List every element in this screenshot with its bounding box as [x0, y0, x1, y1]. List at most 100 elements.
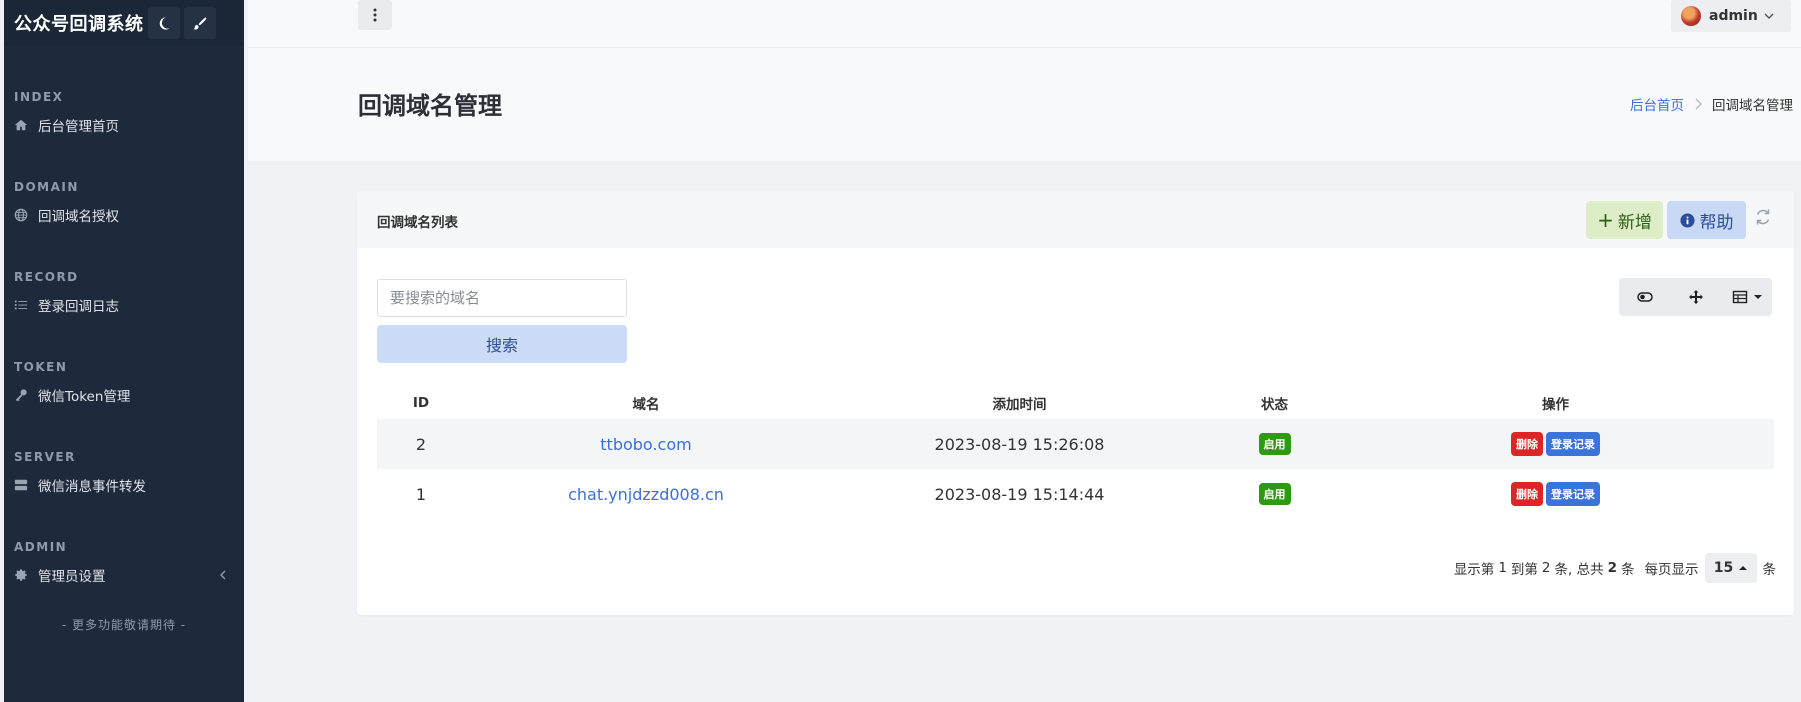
search-input[interactable]: [377, 279, 627, 317]
page-title: 回调域名管理: [358, 92, 502, 120]
domain-list-card: 回调域名列表 + 新增 帮助 搜索 ID 域名 添加时间: [357, 191, 1794, 615]
sidebar-item-label: 回调域名授权: [38, 209, 119, 225]
toggle-view-button[interactable]: [1619, 278, 1670, 316]
help-button[interactable]: 帮助: [1667, 201, 1746, 239]
sidebar: 公众号回调系统 INDEX 后台管理首页 DOMAIN 回调域名授权 RECOR…: [0, 0, 244, 702]
delete-button[interactable]: 删除: [1511, 482, 1543, 506]
per-page-label: 每页显示: [1644, 562, 1699, 578]
caret-up-icon: [1739, 566, 1748, 570]
per-page-select[interactable]: 15: [1704, 553, 1757, 583]
info-icon: [1679, 212, 1695, 228]
sidebar-brand: 公众号回调系统: [4, 0, 244, 46]
nav-heading-domain: DOMAIN: [14, 180, 79, 194]
sidebar-item-token[interactable]: 微信Token管理: [4, 380, 244, 410]
per-page-unit: 条: [1762, 562, 1777, 578]
pagination-to-label: 到第: [1510, 562, 1538, 578]
list-icon: [14, 298, 28, 312]
refresh-icon[interactable]: [1753, 207, 1773, 227]
add-button-label: 新增: [1617, 212, 1652, 233]
pagination-total-unit: 条: [1621, 562, 1635, 578]
sidebar-item-label: 后台管理首页: [38, 119, 119, 135]
table-toolbar: [1619, 278, 1772, 316]
page-header: 回调域名管理 后台首页 回调域名管理: [248, 48, 1801, 161]
brand-title: 公众号回调系统: [14, 14, 144, 35]
col-header-added[interactable]: 添加时间: [827, 386, 1212, 419]
key-icon: [14, 388, 28, 402]
topbar: admin: [248, 0, 1801, 48]
sidebar-item-server[interactable]: 微信消息事件转发: [4, 470, 244, 500]
col-header-actions: 操作: [1542, 396, 1569, 413]
delete-button[interactable]: 删除: [1511, 432, 1543, 456]
table-header-row: ID 域名 添加时间 状态 操作: [377, 386, 1774, 419]
cell-id: 2: [377, 419, 465, 469]
help-button-label: 帮助: [1699, 212, 1734, 233]
chevron-right-icon: [1695, 98, 1702, 110]
nav-heading-admin: ADMIN: [14, 540, 68, 554]
card-title: 回调域名列表: [377, 215, 458, 231]
cell-added-time: 2023-08-19 15:14:44: [934, 484, 1105, 504]
breadcrumb-current: 回调域名管理: [1712, 98, 1793, 114]
sidebar-item-domain[interactable]: 回调域名授权: [4, 200, 244, 230]
moon-icon: [159, 16, 170, 30]
caret-down-icon: [1753, 295, 1762, 299]
table-columns-icon: [1732, 290, 1747, 304]
status-badge[interactable]: 启用: [1258, 483, 1291, 505]
add-button[interactable]: + 新增: [1586, 201, 1663, 239]
sidebar-item-home[interactable]: 后台管理首页: [4, 110, 244, 140]
sidebar-item-label: 管理员设置: [38, 569, 106, 585]
table-row: 1 chat.ynjdzzd008.cn 2023-08-19 15:14:44…: [377, 469, 1774, 519]
more-menu-button[interactable]: [358, 0, 392, 30]
domain-table: ID 域名 添加时间 状态 操作 2 ttbobo.com 2023-08-19…: [377, 386, 1774, 519]
server-icon: [14, 478, 28, 492]
pagination-info: 显示第 1 到第 2 条, 总共 2 条 每页显示 15 条: [1454, 553, 1776, 583]
toggle-icon: [1636, 292, 1653, 302]
pagination-total: 2: [1607, 560, 1617, 576]
chevron-down-icon: [1764, 13, 1774, 19]
login-log-button[interactable]: 登录记录: [1546, 432, 1600, 456]
theme-brush-button[interactable]: [183, 7, 216, 39]
col-header-status[interactable]: 状态: [1212, 386, 1337, 419]
sidebar-item-label: 微信消息事件转发: [38, 479, 146, 495]
sidebar-more-note: - 更多功能敬请期待 -: [61, 618, 187, 632]
cell-added-time: 2023-08-19 15:26:08: [827, 419, 1212, 469]
card-header: 回调域名列表 + 新增 帮助: [357, 191, 1794, 248]
sidebar-item-admin[interactable]: 管理员设置: [4, 560, 244, 590]
sidebar-item-record[interactable]: 登录回调日志: [4, 290, 244, 320]
pagination-to: 2: [1541, 560, 1551, 576]
col-header-id[interactable]: ID: [377, 386, 465, 419]
pagination-prefix: 显示第: [1453, 562, 1495, 578]
user-menu[interactable]: admin: [1671, 0, 1791, 32]
user-name: admin: [1709, 8, 1758, 24]
nav-heading-server: SERVER: [14, 450, 76, 464]
columns-dropdown[interactable]: [1721, 278, 1772, 316]
nav-heading-record: RECORD: [14, 270, 79, 284]
drag-move-button[interactable]: [1670, 278, 1721, 316]
plus-icon: +: [1597, 208, 1614, 232]
per-page-value: 15: [1713, 560, 1734, 576]
breadcrumb: 后台首页 回调域名管理: [1630, 94, 1793, 114]
globe-icon: [14, 208, 28, 222]
status-badge[interactable]: 启用: [1258, 433, 1291, 455]
col-header-domain[interactable]: 域名: [465, 386, 827, 419]
search-button[interactable]: 搜索: [377, 325, 627, 363]
sidebar-item-label: 微信Token管理: [38, 389, 131, 405]
domain-link[interactable]: ttbobo.com: [600, 435, 691, 454]
brush-icon: [193, 16, 207, 30]
move-icon: [1688, 290, 1703, 304]
chevron-left-icon: [220, 570, 226, 580]
table-row: 2 ttbobo.com 2023-08-19 15:26:08 启用 删除 登录…: [377, 419, 1774, 469]
gear-icon: [14, 568, 28, 582]
sidebar-item-label: 登录回调日志: [38, 299, 119, 315]
sidebar-nav: INDEX 后台管理首页 DOMAIN 回调域名授权 RECORD 登录回调日志…: [4, 46, 244, 633]
breadcrumb-home-link[interactable]: 后台首页: [1630, 94, 1684, 114]
kebab-icon: [373, 8, 377, 22]
domain-link[interactable]: chat.ynjdzzd008.cn: [568, 485, 724, 504]
avatar: [1681, 6, 1701, 26]
dark-mode-toggle[interactable]: [147, 7, 180, 39]
login-log-button[interactable]: 登录记录: [1546, 482, 1600, 506]
nav-heading-index: INDEX: [14, 90, 64, 104]
nav-heading-token: TOKEN: [14, 360, 68, 374]
pagination-total-label: 条, 总共: [1554, 562, 1604, 578]
home-icon: [14, 118, 28, 132]
pagination-from: 1: [1498, 560, 1507, 576]
